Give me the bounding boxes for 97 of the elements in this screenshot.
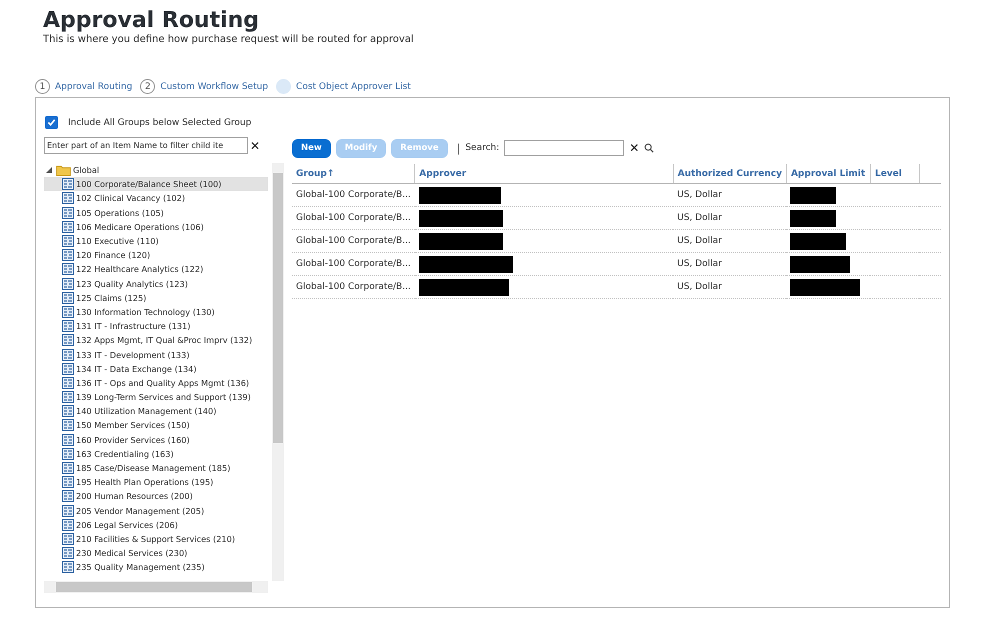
tree-item[interactable]: 106 Medicare Operations (106) — [44, 220, 268, 234]
group-icon — [62, 532, 74, 545]
group-icon — [62, 249, 74, 262]
clear-icon[interactable]: ✕ — [250, 138, 260, 152]
column-header[interactable]: Group↑ — [292, 164, 415, 184]
table-cell: Global-100 Corporate/B... — [292, 230, 415, 252]
group-icon — [62, 504, 74, 517]
group-icon — [62, 518, 74, 531]
group-icon — [62, 419, 74, 432]
tree-item[interactable]: 163 Credentialing (163) — [44, 446, 268, 461]
group-icon — [62, 278, 74, 290]
group-icon — [62, 192, 74, 204]
checkbox-label: Include All Groups below Selected Group — [68, 118, 252, 128]
group-icon — [62, 348, 74, 361]
tree-item[interactable]: 132 Apps Mgmt, IT Qual &Proc Imprv (132) — [44, 333, 268, 348]
group-icon — [62, 320, 74, 332]
tree-item[interactable]: 140 Utilization Management (140) — [44, 404, 268, 418]
tree-item[interactable]: 185 Case/Disease Management (185) — [44, 460, 268, 476]
page-title: Approval Routing — [43, 8, 260, 34]
table-cell: Global-100 Corporate/B... — [292, 206, 415, 230]
tree-item[interactable]: 123 Quality Analytics (123) — [44, 276, 268, 291]
table-cell: US, Dollar — [673, 184, 786, 206]
redaction-bar — [790, 278, 860, 296]
tree-item[interactable]: 235 Quality Management (235) — [44, 560, 268, 574]
redaction-bar — [790, 232, 846, 250]
tree-item[interactable]: 122 Healthcare Analytics (122) — [44, 262, 268, 276]
search-icon[interactable] — [644, 143, 654, 153]
search-field[interactable] — [504, 140, 624, 156]
scrollbar[interactable] — [272, 163, 284, 581]
tree-item[interactable]: 160 Provider Services (160) — [44, 432, 268, 447]
tree-item[interactable]: 200 Human Resources (200) — [44, 489, 268, 504]
column-header[interactable]: Approver — [414, 164, 674, 184]
group-icon — [62, 490, 74, 502]
tree-item[interactable]: 205 Vendor Management (205) — [44, 504, 268, 518]
tree-item[interactable]: Global — [44, 163, 268, 178]
tree-item[interactable]: 206 Legal Services (206) — [44, 518, 268, 532]
group-icon — [62, 206, 74, 219]
group-icon — [62, 462, 74, 474]
redaction-bar — [790, 186, 836, 204]
tree-item[interactable]: 110 Executive (110) — [44, 234, 268, 248]
tree-item[interactable]: 230 Medical Services (230) — [44, 546, 268, 560]
group-icon — [62, 362, 74, 375]
tree-item[interactable]: 131 IT - Infrastructure (131) — [44, 319, 268, 334]
table-cell: US, Dollar — [673, 230, 786, 252]
group-icon — [62, 476, 74, 488]
table-cell: Global-100 Corporate/B... — [292, 276, 415, 298]
tree-item[interactable]: 105 Operations (105) — [44, 206, 268, 220]
column-header[interactable]: Authorized Currency — [673, 164, 786, 184]
table-cell: Global-100 Corporate/B... — [292, 184, 415, 206]
step-link[interactable]: Approval Routing — [55, 82, 132, 92]
step-number: 1 — [35, 79, 50, 94]
separator: | — [456, 142, 460, 154]
group-icon — [62, 405, 74, 418]
group-icon — [62, 334, 74, 346]
tree-item[interactable]: 102 Clinical Vacancy (102) — [44, 191, 268, 206]
tree-item[interactable]: 125 Claims (125) — [44, 290, 268, 305]
filter-field[interactable]: Enter part of an Item Name to filter child ite — [44, 137, 248, 154]
tree-item[interactable]: 130 Information Technology (130) — [44, 304, 268, 320]
group-icon — [62, 235, 74, 248]
tree-item[interactable]: 195 Health Plan Operations (195) — [44, 475, 268, 490]
column-header[interactable]: Level — [870, 164, 920, 184]
tree-item[interactable]: 136 IT - Ops and Quality Apps Mgmt (136) — [44, 376, 268, 390]
tree-item[interactable]: 210 Facilities & Support Services (210) — [44, 532, 268, 546]
group-icon — [62, 306, 74, 318]
clear-icon[interactable]: ✕ — [629, 141, 640, 155]
column-header[interactable]: Approval Limit — [786, 164, 870, 184]
group-icon — [62, 434, 74, 446]
tree-item[interactable]: 133 IT - Development (133) — [44, 347, 268, 362]
search-label: Search: — [465, 143, 500, 153]
group-icon — [62, 448, 74, 460]
group-icon — [62, 561, 74, 574]
tree-item[interactable]: 150 Member Services (150) — [44, 418, 268, 433]
group-icon — [62, 178, 74, 190]
group-icon — [62, 391, 74, 404]
table-cell: US, Dollar — [673, 206, 786, 230]
page-subtitle: This is where you define how purchase request will be routed for approval — [43, 34, 415, 45]
checkbox[interactable] — [45, 116, 58, 129]
tree-item[interactable]: 134 IT - Data Exchange (134) — [44, 362, 268, 376]
table-cell: Global-100 Corporate/B... — [292, 252, 415, 276]
tree-item[interactable]: 100 Corporate/Balance Sheet (100) — [44, 177, 268, 192]
group-icon — [62, 220, 74, 233]
tree-item[interactable]: 139 Long-Term Services and Support (139) — [44, 390, 268, 404]
toolbar-button[interactable]: New — [292, 138, 331, 158]
group-icon — [62, 376, 74, 389]
table-cell: US, Dollar — [673, 276, 786, 298]
scrollbar[interactable] — [44, 581, 268, 593]
table-cell: US, Dollar — [673, 252, 786, 276]
step-link[interactable]: Custom Workflow Setup — [160, 82, 268, 92]
redaction-bar — [790, 256, 850, 272]
expand-icon[interactable] — [46, 167, 52, 174]
group-icon — [62, 547, 74, 560]
tree-item[interactable]: 120 Finance (120) — [44, 248, 268, 262]
redaction-bar — [790, 210, 836, 226]
group-icon — [62, 292, 74, 304]
step-link[interactable]: Cost Object Approver List — [296, 82, 411, 92]
step-number: 2 — [140, 79, 156, 94]
group-icon — [62, 263, 74, 276]
